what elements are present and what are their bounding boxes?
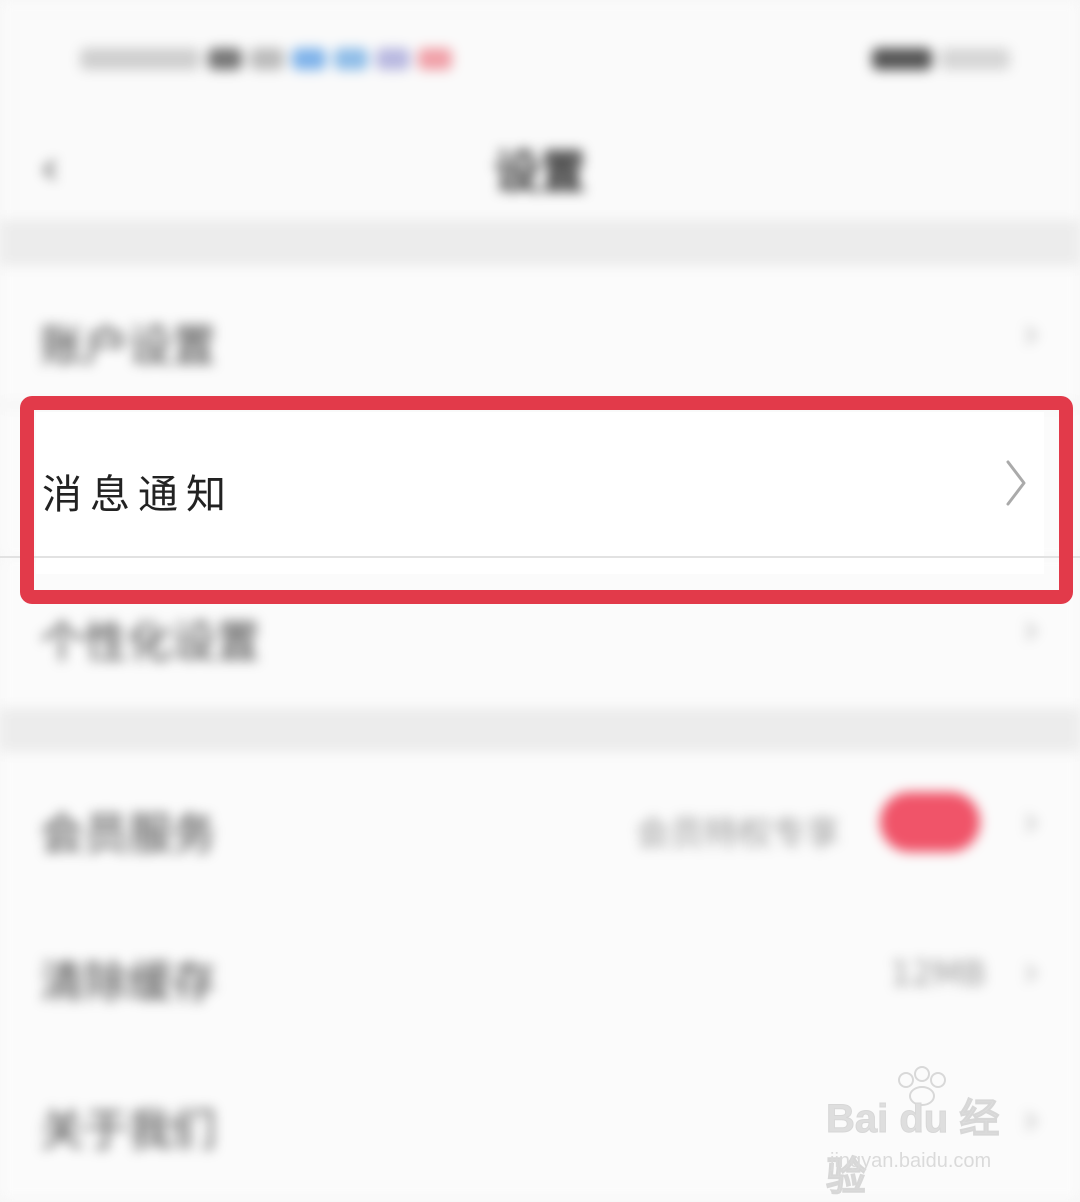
status-bar (0, 0, 1080, 110)
row-label: 个性化设置 (40, 617, 260, 668)
row-label: 关于我们 (40, 1105, 216, 1156)
watermark-brand: Bai du 经验 (826, 1097, 1000, 1200)
settings-row-membership[interactable]: 会员服务 会员特权专享 › (0, 752, 1080, 902)
vip-badge (880, 792, 980, 852)
row-label: 会员服务 (40, 809, 216, 860)
row-label: 账户设置 (40, 321, 216, 372)
status-icons-right (872, 48, 1010, 70)
chevron-right-icon: › (1022, 796, 1040, 847)
settings-row-account[interactable]: 账户设置 › (0, 266, 1080, 406)
row-value: 会员特权专享 (636, 814, 840, 854)
section-gap (0, 708, 1080, 752)
baidu-jingyan-watermark: Bai du 经验 jingyan.baidu.com (826, 1066, 1026, 1200)
watermark-url: jingyan.baidu.com (830, 1150, 992, 1172)
chevron-right-icon: › (1022, 604, 1040, 655)
chevron-right-icon: › (1022, 308, 1040, 359)
section-gap (0, 220, 1080, 266)
page-title: 设置 (494, 145, 586, 199)
chevron-right-icon: › (1022, 946, 1040, 997)
highlight-annotation-box (20, 396, 1073, 604)
status-icons-left (80, 48, 452, 70)
nav-bar: ‹ 设置 (0, 110, 1080, 220)
settings-row-cache[interactable]: 清除缓存 12MB › (0, 902, 1080, 1052)
row-label: 清除缓存 (40, 957, 216, 1008)
row-value: 12MB (890, 954, 986, 994)
